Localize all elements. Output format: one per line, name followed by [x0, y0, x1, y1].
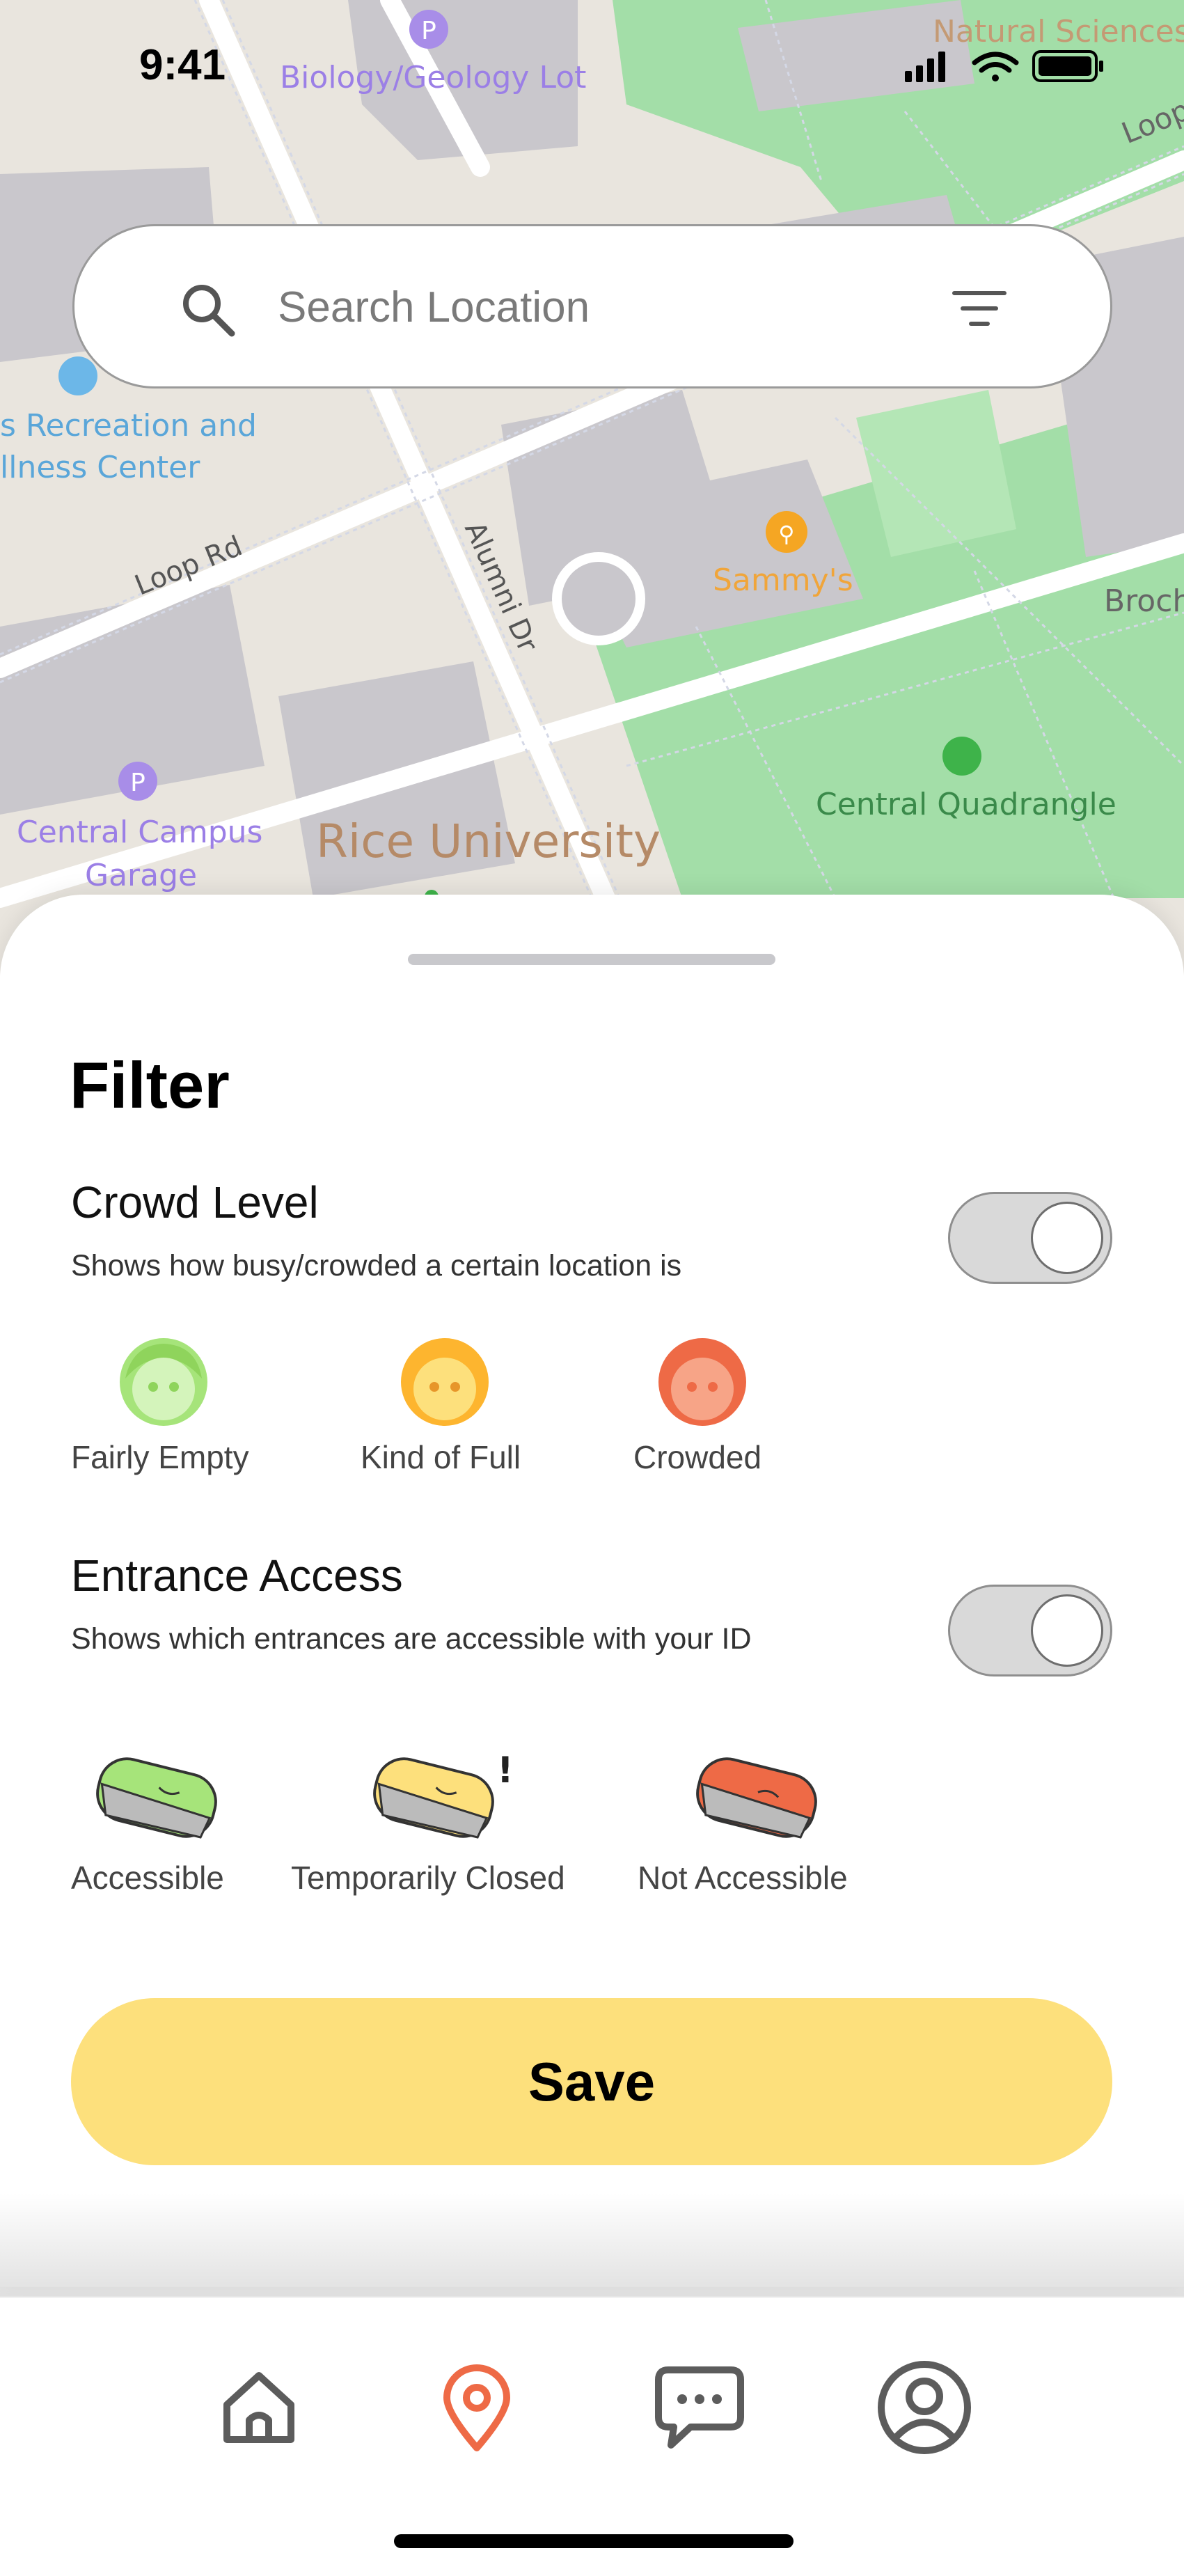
tab-profile[interactable] [876, 2359, 973, 2456]
status-icons [905, 50, 1103, 82]
filter-title: Filter [70, 1049, 230, 1122]
tab-home[interactable] [217, 2366, 301, 2449]
filter-icon[interactable] [952, 286, 1007, 331]
tab-map[interactable] [439, 2363, 515, 2453]
legend-crowded: Crowded [633, 1439, 762, 1475]
profile-icon [878, 2361, 971, 2454]
gym-poi-icon [58, 356, 97, 395]
entrance-access-description: Shows which entrances are accessible wit… [71, 1622, 752, 1656]
entrance-access-title: Entrance Access [71, 1550, 403, 1601]
status-time: 9:41 [139, 41, 226, 89]
park-poi-icon [942, 737, 981, 776]
tab-chat[interactable] [654, 2364, 745, 2451]
id-card-accessible-icon [96, 1757, 217, 1839]
svg-text:⚲: ⚲ [778, 521, 794, 547]
wifi-icon [972, 52, 1019, 81]
search-icon [183, 285, 235, 337]
campus-map[interactable]: P P ⚲ Biology/Geology Lot Natural Scienc… [0, 0, 1184, 975]
search-input[interactable] [276, 275, 906, 339]
svg-text:!: ! [497, 1750, 514, 1791]
id-card-not-accessible-icon [696, 1757, 817, 1839]
crowd-kind-of-full-icon [401, 1338, 489, 1426]
legend-accessible: Accessible [71, 1860, 224, 1896]
map-label-central-campus-garage-line2[interactable]: Garage [85, 858, 197, 893]
save-button[interactable]: Save [71, 1998, 1112, 2165]
toggle-knob [1031, 1202, 1103, 1274]
legend-not-accessible: Not Accessible [638, 1860, 848, 1896]
id-card-temporarily-closed-icon: ! [373, 1750, 514, 1839]
crowd-crowded-icon [658, 1338, 746, 1426]
map-label-central-campus-garage-line1[interactable]: Central Campus [17, 815, 262, 850]
home-icon [223, 2372, 294, 2443]
battery-icon [1032, 50, 1103, 82]
home-indicator [394, 2534, 794, 2548]
cellular-signal-icon [905, 52, 945, 82]
sheet-drag-handle[interactable] [408, 954, 775, 965]
map-label-recreation-center-line2[interactable]: llness Center [0, 450, 200, 485]
crowd-level-title: Crowd Level [71, 1177, 319, 1227]
entrance-access-toggle[interactable] [948, 1585, 1112, 1676]
toggle-knob [1031, 1594, 1103, 1667]
legend-temporarily-closed: Temporarily Closed [291, 1860, 565, 1896]
legend-fairly-empty: Fairly Empty [71, 1439, 249, 1475]
tab-bar-shadow [0, 2193, 1184, 2298]
search-bar[interactable] [72, 224, 1112, 388]
map-label-natural-sciences[interactable]: Natural Sciences [933, 14, 1184, 49]
legend-kind-of-full: Kind of Full [361, 1439, 521, 1475]
svg-text:P: P [421, 17, 436, 45]
map-label-central-quadrangle[interactable]: Central Quadrangle [816, 787, 1116, 822]
map-label-recreation-center-line1[interactable]: s Recreation and [0, 408, 257, 443]
chat-icon [655, 2366, 744, 2449]
svg-text:P: P [130, 769, 145, 797]
map-pin-icon [443, 2364, 510, 2451]
crowd-fairly-empty-icon [120, 1338, 207, 1426]
map-label-broch[interactable]: Broch [1104, 583, 1184, 619]
map-label-rice-university[interactable]: Rice University [316, 815, 661, 868]
map-label-sammys[interactable]: Sammy's [713, 563, 853, 598]
crowd-level-description: Shows how busy/crowded a certain locatio… [71, 1249, 682, 1282]
map-label-biology-geology-lot[interactable]: Biology/Geology Lot [280, 60, 586, 95]
crowd-level-toggle[interactable] [948, 1192, 1112, 1284]
